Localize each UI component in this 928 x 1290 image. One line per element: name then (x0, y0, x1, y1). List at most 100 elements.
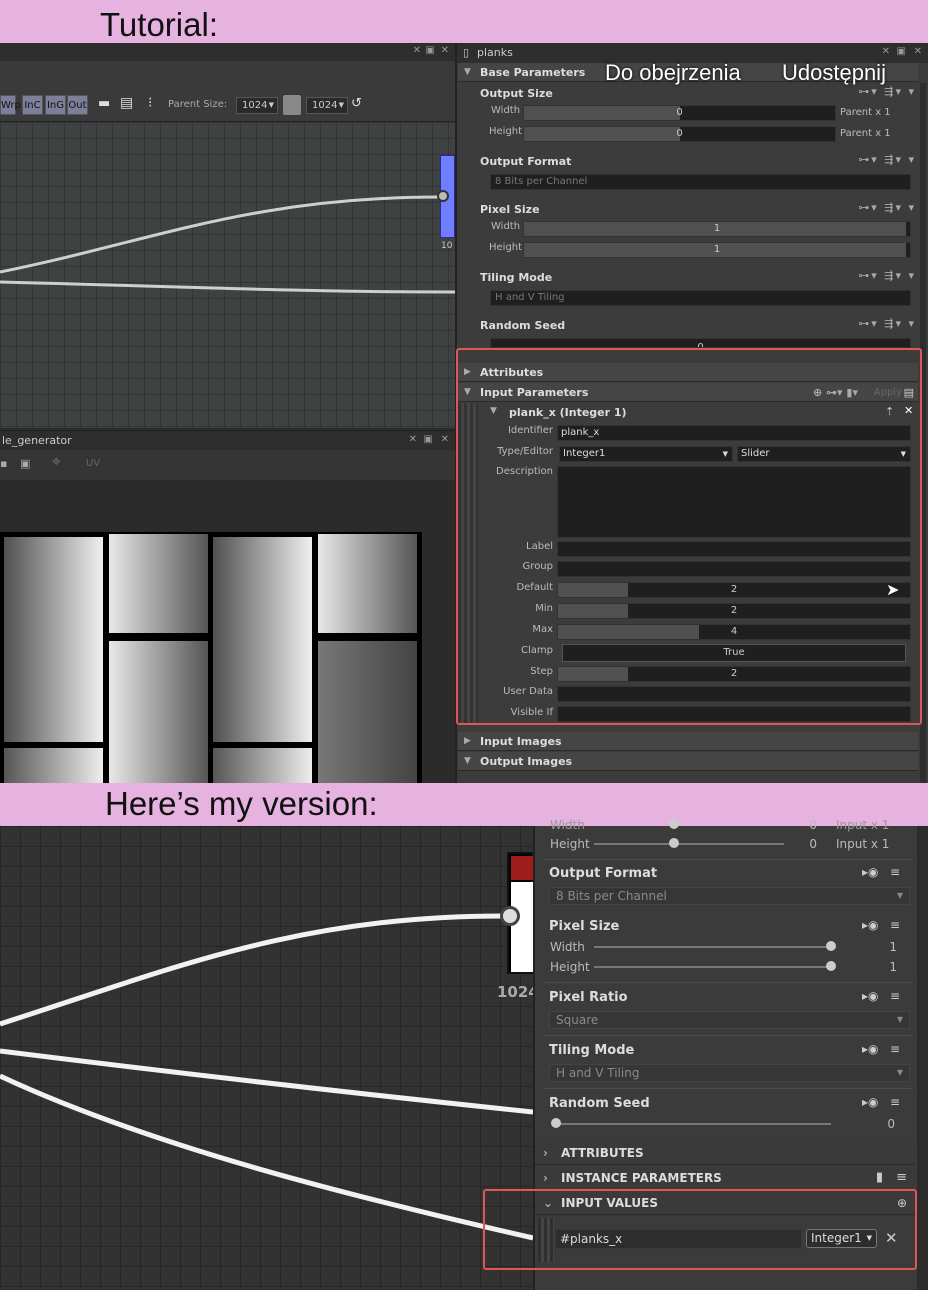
width-slider-knob[interactable] (669, 819, 679, 829)
pixel-width-slider[interactable] (594, 946, 830, 948)
height-relative-label: Parent x 1 (840, 128, 891, 139)
expose-icon[interactable]: ▸◉ (862, 989, 879, 1003)
output-width-slider[interactable]: 0 (523, 105, 836, 121)
parent-size-label: Parent Size: (168, 99, 228, 110)
pin-icon[interactable]: ✕ (882, 46, 890, 57)
node-input-port[interactable] (437, 190, 449, 202)
version-banner: Here’s my version: (0, 783, 928, 826)
properties-scrollbar[interactable] (917, 826, 928, 1290)
output-format-dropdown[interactable]: 8 Bits per Channel (490, 174, 911, 190)
height-label: Height (489, 242, 523, 253)
pixel-ratio-label: Pixel Ratio (549, 990, 628, 1005)
height-slider-knob[interactable] (669, 838, 679, 848)
expose-icon[interactable]: ▸◉ (862, 865, 879, 879)
collapse-icon: ▶ (464, 736, 471, 746)
expose-icon[interactable]: ▸◉ (862, 1095, 879, 1109)
height-label: Height (489, 126, 523, 137)
graph-panel-header: ✕ ▣ ✕ (0, 43, 455, 61)
inc-button[interactable]: InC (22, 95, 43, 115)
random-seed-label: Random Seed (549, 1096, 650, 1111)
options-icon[interactable]: ≡ (890, 918, 900, 932)
pixel-width-knob[interactable] (826, 941, 836, 951)
output-images-section[interactable]: ▼ Output Images (458, 752, 918, 771)
pixel-height-value: 1 (889, 960, 897, 974)
menu-icon[interactable]: ≡ (896, 1166, 907, 1190)
close-icon[interactable]: ✕ (441, 434, 449, 445)
options-icon[interactable]: ≡ (890, 989, 900, 1003)
more-icon[interactable]: ⁝ (148, 95, 152, 111)
paste-icon[interactable]: ▮ (876, 1166, 883, 1190)
expose-icon[interactable]: ▸◉ (862, 918, 879, 932)
link-icon[interactable] (283, 95, 301, 115)
float-icon[interactable]: ▣ (426, 45, 435, 56)
float-icon[interactable]: ▣ (897, 46, 906, 57)
graph-connections (0, 195, 455, 294)
width-relative-label: Parent x 1 (840, 107, 891, 118)
share-button[interactable]: Udostępnij (782, 60, 886, 86)
pin-icon[interactable]: ✕ (409, 434, 417, 445)
node-input-port[interactable] (500, 906, 520, 926)
random-seed-slider[interactable] (553, 1123, 831, 1125)
options-icon[interactable]: ≡ (890, 1042, 900, 1056)
param-tools-icon[interactable]: ⊶▾ ⇶▾ ▾ (858, 201, 916, 214)
out-button[interactable]: Out (67, 95, 88, 115)
random-seed-slider[interactable]: 0 (490, 338, 911, 348)
divider (543, 1035, 913, 1036)
random-seed-label: Random Seed (480, 319, 566, 332)
pixel-height-knob[interactable] (826, 961, 836, 971)
camera-icon[interactable]: ▪ (0, 457, 7, 470)
pixel-size-label: Pixel Size (549, 919, 620, 934)
height-label: Height (550, 837, 590, 851)
width-label: Width (491, 105, 521, 116)
ing-button[interactable]: InG (45, 95, 66, 115)
size-dropdown[interactable]: 1024 ▼ (306, 97, 348, 114)
pixel-width-value: 1 (889, 940, 897, 954)
output-size-label: Output Size (480, 87, 553, 100)
height-relative-label: Input x 1 (836, 837, 890, 851)
pixel-height-slider[interactable] (594, 966, 830, 968)
width-label: Width (550, 818, 585, 832)
preview-tab[interactable]: le_generator (2, 434, 72, 447)
tutorial-label: Tutorial: (100, 6, 218, 43)
pixel-ratio-dropdown[interactable]: Square ▼ (549, 1011, 910, 1029)
float-icon[interactable]: ▣ (424, 434, 433, 445)
version-label: Here’s my version: (105, 785, 378, 822)
height-value: 0 (809, 837, 817, 851)
output-format-label: Output Format (549, 866, 658, 881)
expose-icon[interactable]: ▸◉ (862, 1042, 879, 1056)
options-icon[interactable]: ≡ (890, 1095, 900, 1109)
random-seed-value: 0 (887, 1117, 895, 1131)
param-tools-icon[interactable]: ⊶▾ ⇶▾ ▾ (858, 317, 916, 330)
param-tools-icon[interactable]: ⊶▾ ⇶▾ ▾ (858, 85, 916, 98)
output-format-dropdown[interactable]: 8 Bits per Channel ▼ (549, 887, 910, 905)
tiling-mode-label: Tiling Mode (480, 271, 553, 284)
comment-icon[interactable]: ▬ (98, 96, 110, 111)
move-icon[interactable]: ✥ (52, 457, 60, 468)
random-seed-knob[interactable] (551, 1118, 561, 1128)
tiling-mode-dropdown[interactable]: H and V Tiling (490, 290, 911, 306)
close-icon[interactable]: ✕ (441, 45, 449, 56)
height-slider[interactable] (594, 843, 784, 845)
highlight-box (456, 348, 922, 725)
uv-dropdown[interactable]: UV (86, 458, 100, 469)
preview-panel-header: le_generator ✕ ▣ ✕ (0, 430, 455, 450)
tiling-mode-dropdown[interactable]: H and V Tiling ▼ (549, 1064, 910, 1082)
options-icon[interactable]: ≡ (890, 865, 900, 879)
pixel-height-slider[interactable]: 1 (523, 242, 911, 258)
input-images-section[interactable]: ▶ Input Images (458, 732, 918, 751)
tutorial-banner: Tutorial: (0, 0, 928, 43)
param-tools-icon[interactable]: ⊶▾ ⇶▾ ▾ (858, 153, 916, 166)
attributes-section[interactable]: › ATTRIBUTES (535, 1141, 915, 1165)
wrp-button[interactable]: Wrp (0, 95, 21, 115)
param-tools-icon[interactable]: ⊶▾ ⇶▾ ▾ (858, 269, 916, 282)
pixel-width-slider[interactable]: 1 (523, 221, 911, 237)
instance-parameters-section[interactable]: › INSTANCE PARAMETERS ▮ ≡ (535, 1166, 915, 1190)
pin-icon[interactable]: ✕ (413, 45, 421, 56)
parent-size-dropdown[interactable]: 1024 ▼ (236, 97, 278, 114)
frame-icon[interactable]: ▤ (120, 95, 133, 111)
close-icon[interactable]: ✕ (914, 46, 922, 57)
snapshot-icon[interactable]: ▣ (20, 457, 30, 470)
watch-later-button[interactable]: Do obejrzenia (605, 60, 741, 86)
reset-icon[interactable]: ↺ (351, 96, 362, 111)
output-height-slider[interactable]: 0 (523, 126, 836, 142)
